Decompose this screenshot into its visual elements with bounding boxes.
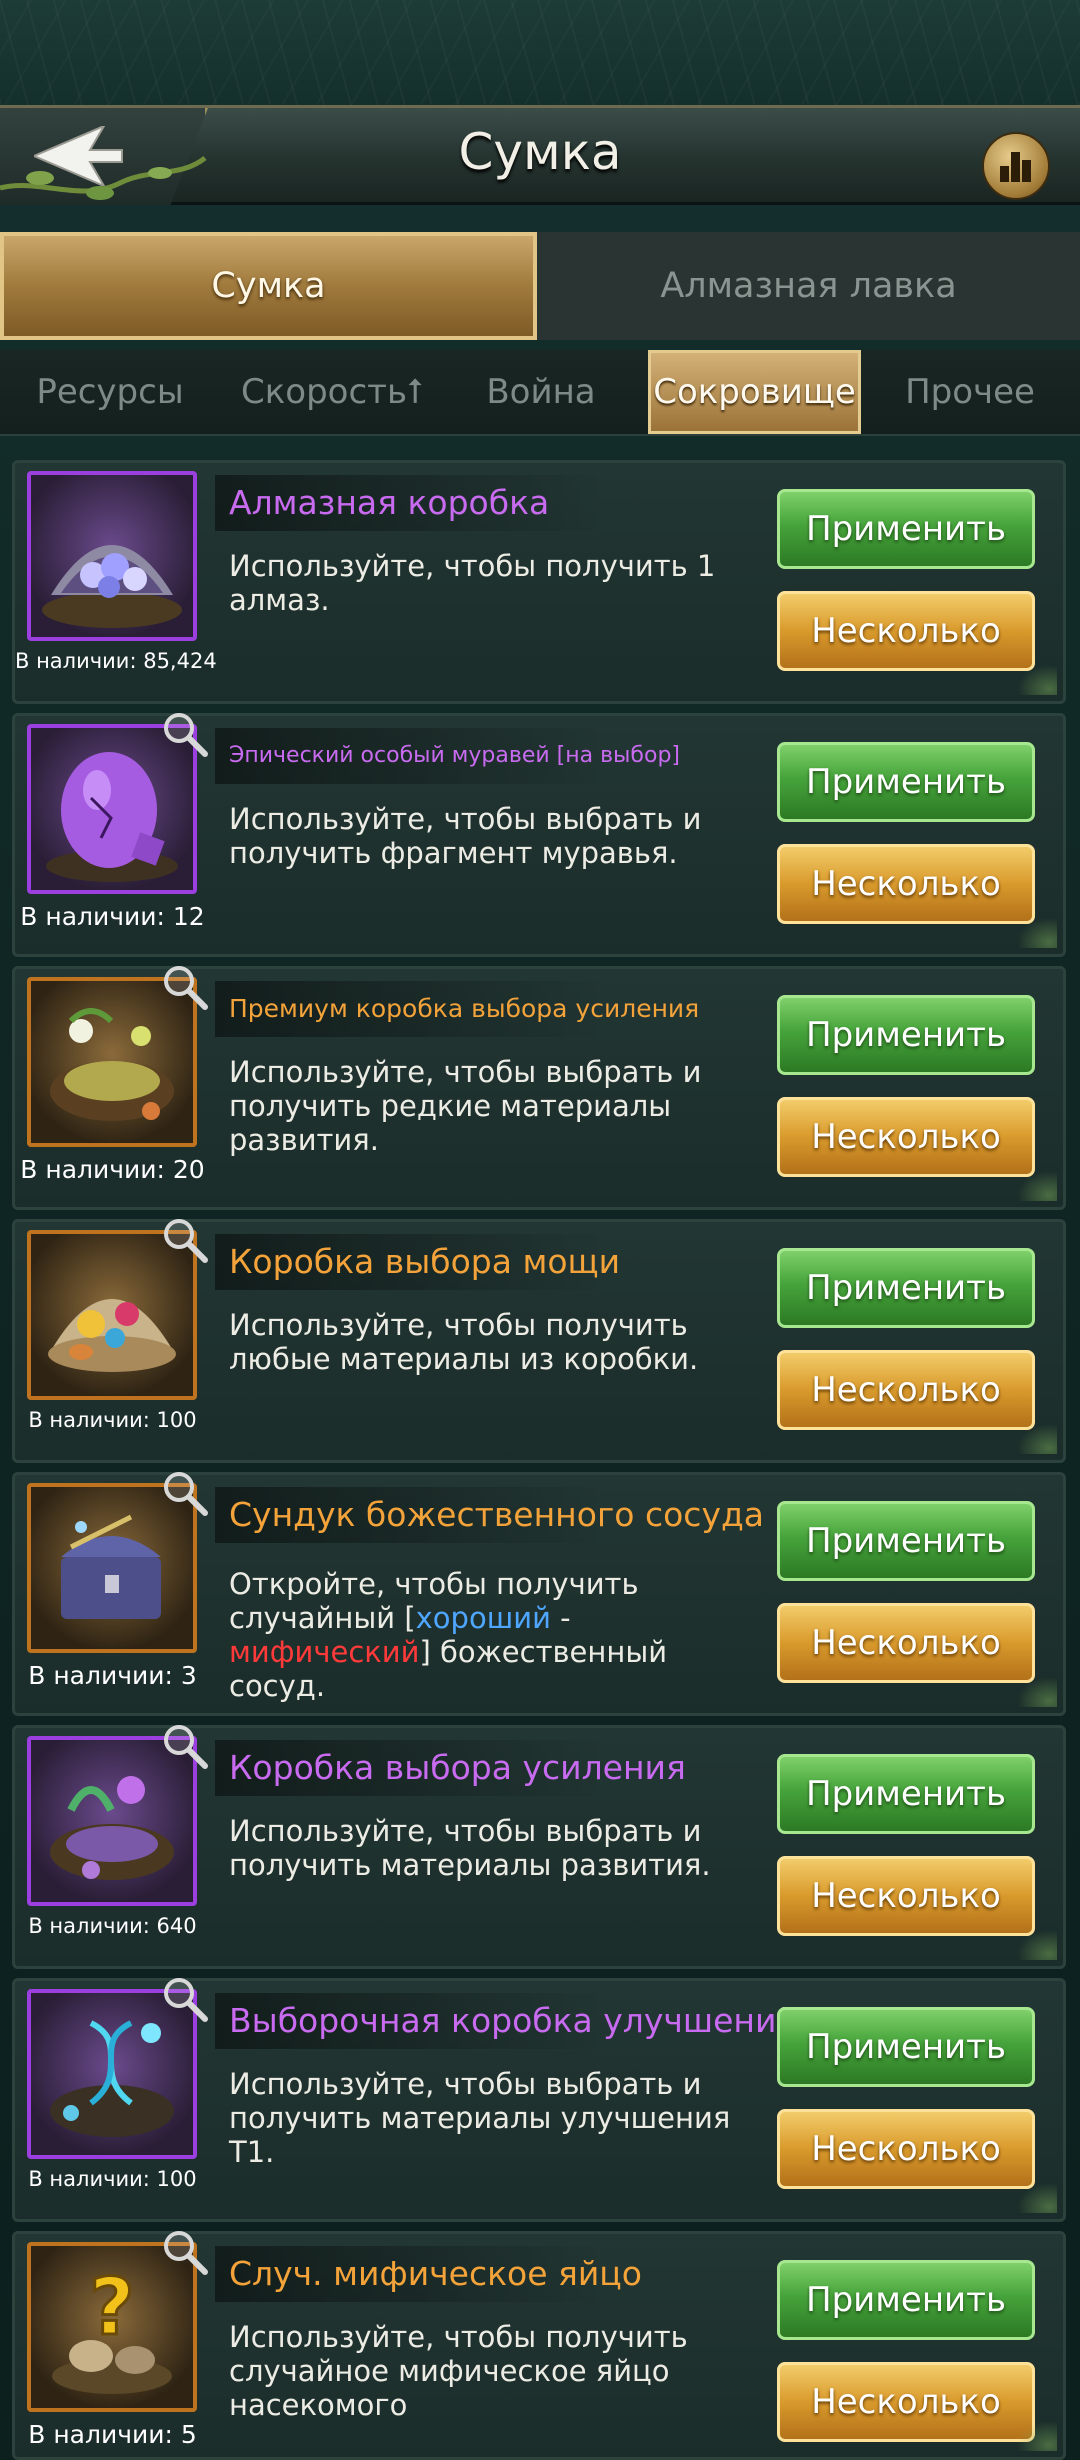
header-bar: Сумка <box>0 105 1080 205</box>
item-count: В наличии: 100 <box>28 1408 197 1432</box>
item-name: Выборочная коробка улучшений <box>215 1993 798 2049</box>
item-name: Алмазная коробка <box>215 475 605 531</box>
use-multiple-button[interactable]: Несколько <box>777 591 1035 671</box>
tab-other[interactable]: Прочее <box>870 350 1070 434</box>
item-name: Эпический особый муравей [на выбор] <box>215 728 680 784</box>
item-card-mythic-egg: ? В наличии: 5 Случ. мифическое яйцо Исп… <box>12 2231 1066 2460</box>
rarity-mythic: мифический <box>229 1635 420 1669</box>
item-description: Используйте, чтобы выбрать и получить фр… <box>229 802 702 870</box>
item-card-power-box: В наличии: 100 Коробка выбора мощи Испол… <box>12 1219 1066 1463</box>
apply-button[interactable]: Применить <box>777 1248 1035 1328</box>
apply-button[interactable]: Применить <box>777 2260 1035 2340</box>
decorative-top-band <box>0 0 1080 105</box>
main-tabs: Сумка Алмазная лавка <box>0 232 1080 340</box>
item-card-boost-box: В наличии: 640 Коробка выбора усиления И… <box>12 1725 1066 1969</box>
ranking-button[interactable] <box>982 132 1050 200</box>
item-name: Случ. мифическое яйцо <box>215 2246 642 2302</box>
item-description: Используйте, чтобы получить случайное ми… <box>229 2320 688 2422</box>
magnifier-icon[interactable] <box>161 2228 209 2276</box>
page-title: Сумка <box>458 123 622 181</box>
item-name: Коробка выбора мощи <box>215 1234 620 1290</box>
item-card-premium-boost-box: В наличии: 20 Премиум коробка выбора уси… <box>12 966 1066 1210</box>
item-description: Используйте, чтобы выбрать и получить ре… <box>229 1055 702 1157</box>
item-count: В наличии: 85,424 <box>15 649 217 673</box>
item-name: Сундук божественного сосуда <box>215 1487 764 1543</box>
item-description: Используйте, чтобы получить любые матери… <box>229 1308 699 1376</box>
item-card-divine-vessel-chest: В наличии: 3 Сундук божественного сосуда… <box>12 1472 1066 1716</box>
category-tabs: Ресурсы Скорость⭡ Война Сокровище Прочее <box>0 350 1080 436</box>
magnifier-icon[interactable] <box>161 1469 209 1517</box>
tab-speed[interactable]: Скорость⭡ <box>222 350 442 434</box>
magnifier-icon[interactable] <box>161 1975 209 2023</box>
rarity-good: хороший <box>415 1601 551 1635</box>
item-description: Используйте, чтобы выбрать и получить ма… <box>229 1814 711 1882</box>
item-count: В наличии: 640 <box>28 1914 197 1938</box>
apply-button[interactable]: Применить <box>777 1501 1035 1581</box>
item-count: В наличии: 100 <box>28 2167 197 2191</box>
apply-button[interactable]: Применить <box>777 742 1035 822</box>
item-description: Используйте, чтобы получить 1 алмаз. <box>229 549 716 617</box>
item-name: Премиум коробка выбора усиления <box>215 981 699 1037</box>
item-icon-frame[interactable] <box>27 471 197 641</box>
use-multiple-button[interactable]: Несколько <box>777 2109 1035 2189</box>
use-multiple-button[interactable]: Несколько <box>777 1350 1035 1430</box>
item-count: В наличии: 20 <box>20 1155 205 1184</box>
use-multiple-button[interactable]: Несколько <box>777 1603 1035 1683</box>
tab-treasure[interactable]: Сокровище <box>648 350 861 434</box>
use-multiple-button[interactable]: Несколько <box>777 2362 1035 2442</box>
diamond-shell-icon <box>42 545 182 628</box>
item-description: Используйте, чтобы выбрать и получить ма… <box>229 2067 731 2169</box>
use-multiple-button[interactable]: Несколько <box>777 1856 1035 1936</box>
item-card-diamond-box: В наличии: 85,424 Алмазная коробка Испол… <box>12 460 1066 704</box>
apply-button[interactable]: Применить <box>777 1754 1035 1834</box>
use-multiple-button[interactable]: Несколько <box>777 844 1035 924</box>
tab-war[interactable]: Война <box>446 350 636 434</box>
item-description: Откройте, чтобы получить случайный [хоро… <box>229 1567 668 1703</box>
use-multiple-button[interactable]: Несколько <box>777 1097 1035 1177</box>
apply-button[interactable]: Применить <box>777 995 1035 1075</box>
tab-bag[interactable]: Сумка <box>0 232 537 340</box>
svg-text:?: ? <box>89 2263 134 2353</box>
magnifier-icon[interactable] <box>161 1216 209 1264</box>
magnifier-icon[interactable] <box>161 1722 209 1770</box>
magnifier-icon[interactable] <box>161 710 209 758</box>
bar-chart-icon <box>1000 152 1031 182</box>
item-count: В наличии: 3 <box>28 1661 197 1690</box>
item-count: В наличии: 5 <box>28 2420 197 2449</box>
item-card-upgrade-box: В наличии: 100 Выборочная коробка улучше… <box>12 1978 1066 2222</box>
magnifier-icon[interactable] <box>161 963 209 1011</box>
apply-button[interactable]: Применить <box>777 2007 1035 2087</box>
item-count: В наличии: 12 <box>20 902 205 931</box>
apply-button[interactable]: Применить <box>777 489 1035 569</box>
item-name: Коробка выбора усиления <box>215 1740 686 1796</box>
item-card-epic-ant: В наличии: 12 Эпический особый муравей [… <box>12 713 1066 957</box>
tab-diamond-shop[interactable]: Алмазная лавка <box>537 232 1080 340</box>
tab-resources[interactable]: Ресурсы <box>10 350 210 434</box>
